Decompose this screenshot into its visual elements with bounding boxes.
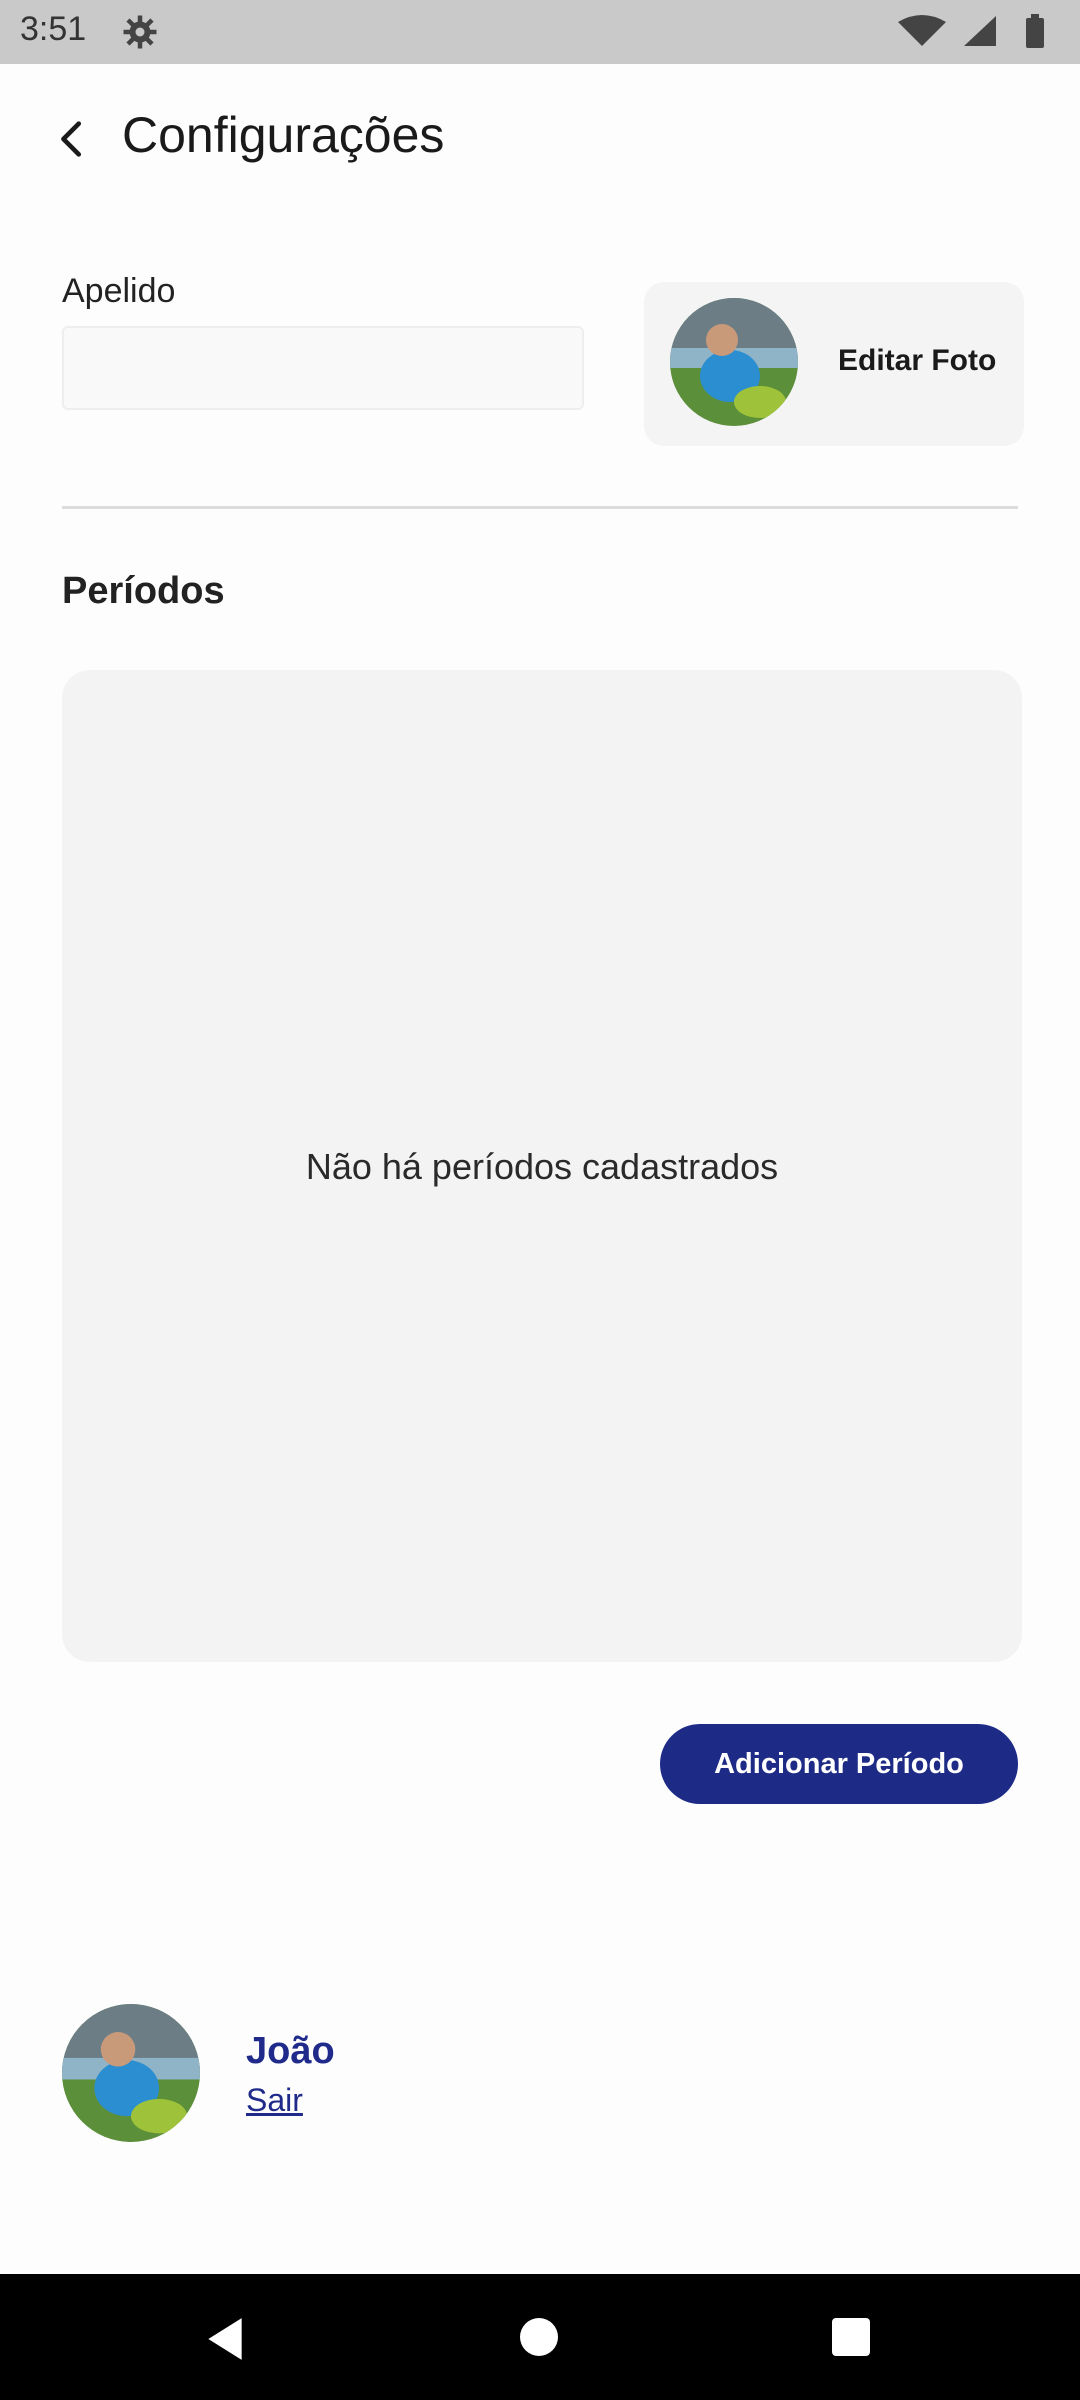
avatar xyxy=(670,298,798,426)
app-bar: Configurações xyxy=(0,64,1080,214)
status-bar: 3:51 xyxy=(0,0,1080,64)
user-avatar xyxy=(62,2004,200,2142)
nav-back-icon[interactable] xyxy=(200,2314,250,2364)
status-icons xyxy=(898,14,1044,48)
edit-photo-label: Editar Foto xyxy=(838,344,997,377)
periods-title: Períodos xyxy=(62,570,225,612)
nav-home-icon[interactable] xyxy=(520,2318,558,2356)
empty-periods-message: Não há períodos cadastrados xyxy=(305,1146,779,1187)
logout-link[interactable]: Sair xyxy=(246,2082,303,2119)
status-time: 3:51 xyxy=(20,10,87,48)
signal-icon xyxy=(964,16,996,46)
divider xyxy=(62,506,1018,509)
chevron-left-icon[interactable] xyxy=(50,116,96,162)
settings-gear-icon xyxy=(123,15,157,49)
edit-photo-button[interactable]: Editar Foto xyxy=(644,282,1024,446)
page-title: Configurações xyxy=(122,107,445,163)
nickname-label: Apelido xyxy=(62,272,176,310)
wifi-icon xyxy=(898,15,946,46)
battery-icon xyxy=(1026,18,1044,48)
add-period-button[interactable]: Adicionar Período xyxy=(660,1724,1018,1804)
system-nav-bar xyxy=(0,2274,1080,2400)
nickname-input[interactable] xyxy=(62,326,584,410)
user-name: João xyxy=(246,2030,335,2072)
nav-recent-icon[interactable] xyxy=(832,2318,870,2356)
periods-list: Não há períodos cadastrados xyxy=(62,670,1022,1662)
